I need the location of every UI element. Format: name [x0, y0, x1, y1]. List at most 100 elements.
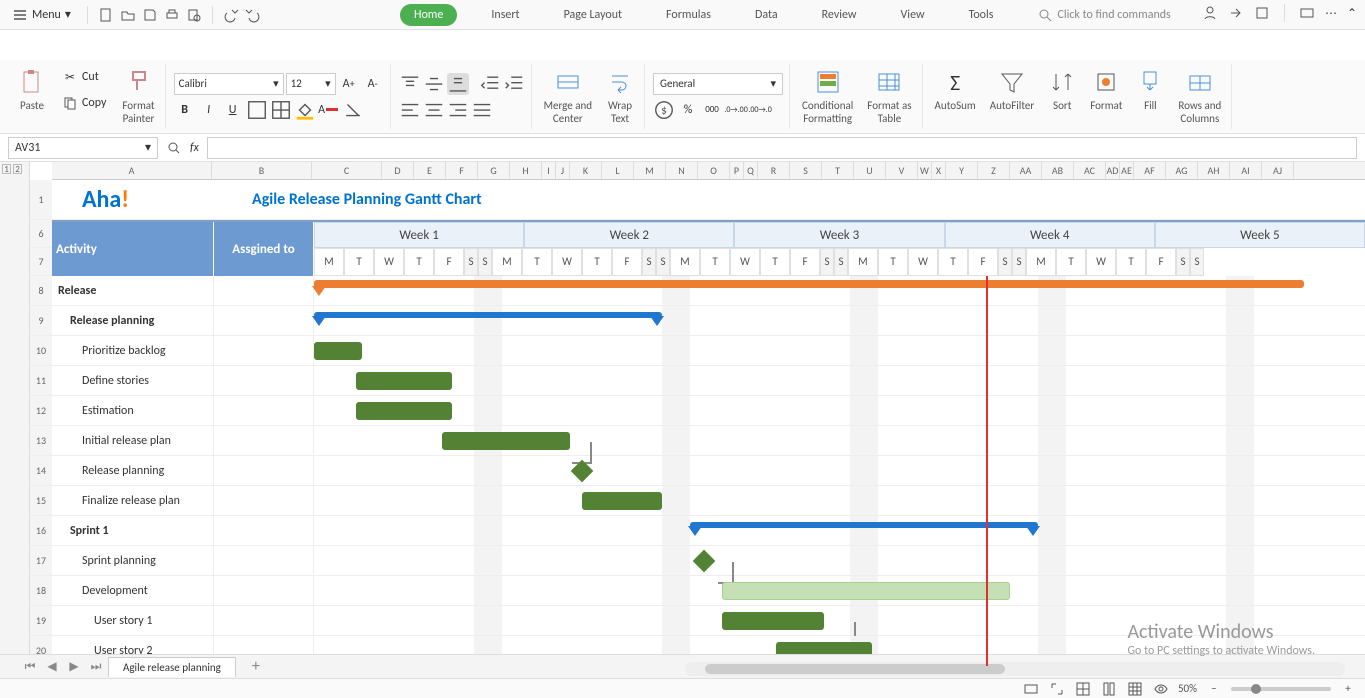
col-header[interactable]: J — [556, 162, 570, 179]
col-header[interactable]: D — [382, 162, 414, 179]
increase-decimal-button[interactable]: .0→.00 — [725, 99, 747, 121]
col-header[interactable]: AJ — [1262, 162, 1294, 179]
row-header[interactable]: 13 — [30, 426, 52, 456]
row-header[interactable]: 9 — [30, 306, 52, 336]
italic-button[interactable]: I — [198, 99, 220, 121]
currency-button[interactable]: $ — [653, 99, 675, 121]
col-header[interactable]: T — [822, 162, 854, 179]
paste-button[interactable]: Paste — [14, 66, 50, 114]
tab-view[interactable]: View — [891, 4, 935, 26]
tab-nav-first[interactable]: ⏮ — [20, 660, 40, 674]
row-header[interactable]: 16 — [30, 516, 52, 546]
increase-indent-button[interactable] — [503, 73, 525, 95]
cell-style-button[interactable] — [270, 99, 292, 121]
zoom-value[interactable]: 50% — [1178, 682, 1197, 695]
zoom-in-button[interactable]: + — [1339, 681, 1357, 697]
col-header[interactable]: C — [312, 162, 382, 179]
eye-icon[interactable] — [1152, 681, 1170, 697]
col-header[interactable]: AH — [1198, 162, 1230, 179]
tab-nav-prev[interactable]: ◀ — [42, 659, 62, 674]
font-name-select[interactable]: Calibri▾ — [174, 73, 284, 95]
col-header[interactable]: AE — [1120, 162, 1134, 179]
comma-button[interactable]: 000 — [701, 99, 723, 121]
row-header[interactable]: 17 — [30, 546, 52, 576]
sheet-tab-active[interactable]: Agile release planning — [108, 657, 236, 677]
number-format-select[interactable]: General▾ — [653, 73, 783, 95]
user-icon[interactable] — [1202, 5, 1218, 21]
col-header[interactable]: E — [414, 162, 446, 179]
decrease-indent-button[interactable] — [479, 73, 501, 95]
dots-icon[interactable]: ⋯ — [1325, 6, 1337, 21]
row-header[interactable]: 10 — [30, 336, 52, 366]
font-color-button[interactable]: A — [318, 99, 340, 121]
share-icon[interactable] — [1228, 5, 1244, 21]
window-icon[interactable] — [1299, 5, 1315, 21]
collapse-ribbon-icon[interactable] — [1254, 5, 1270, 21]
reading-icon[interactable] — [1022, 681, 1040, 697]
autosum-button[interactable]: ΣAutoSum — [931, 66, 980, 114]
view-fullscreen-icon[interactable] — [1048, 681, 1066, 697]
col-header[interactable]: A — [52, 162, 212, 179]
row-header[interactable]: 12 — [30, 396, 52, 426]
outline-gutter[interactable]: 12 — [0, 162, 30, 682]
command-search[interactable]: Click to find commands — [1037, 7, 1170, 23]
col-header[interactable]: P — [730, 162, 744, 179]
horizontal-scrollbar[interactable] — [685, 662, 1345, 676]
justify-button[interactable] — [471, 99, 493, 121]
merge-center-button[interactable]: Merge and Center — [540, 66, 596, 126]
column-headers[interactable]: ABCDEFGHIJKLMNOPQRSTUVWXYZAAABACADAEAFAG… — [52, 162, 1365, 180]
col-header[interactable]: Z — [978, 162, 1010, 179]
align-right-button[interactable] — [447, 99, 469, 121]
formula-input[interactable] — [207, 137, 1357, 159]
col-header[interactable]: AC — [1074, 162, 1106, 179]
add-sheet-button[interactable]: + — [238, 654, 274, 679]
col-header[interactable]: H — [510, 162, 542, 179]
autofilter-button[interactable]: AutoFilter — [986, 66, 1039, 114]
row-header[interactable]: 6 — [30, 220, 52, 248]
zoom-out-button[interactable]: − — [1205, 681, 1223, 697]
grid-body[interactable]: Aha! Agile Release Planning Gantt Chart … — [52, 180, 1365, 682]
col-header[interactable]: B — [212, 162, 312, 179]
wrap-text-button[interactable]: Wrap Text — [602, 66, 638, 126]
col-header[interactable]: K — [570, 162, 602, 179]
col-header[interactable]: W — [918, 162, 932, 179]
underline-button[interactable]: U — [222, 99, 244, 121]
align-center-button[interactable] — [423, 99, 445, 121]
tab-nav-next[interactable]: ▶ — [64, 659, 84, 674]
col-header[interactable]: AB — [1042, 162, 1074, 179]
row-header[interactable]: 14 — [30, 456, 52, 486]
fill-button[interactable]: Fill — [1132, 66, 1168, 114]
name-box[interactable]: AV31▾ — [8, 137, 158, 159]
row-header[interactable]: 7 — [30, 248, 52, 276]
conditional-format-button[interactable]: Conditional Formatting — [798, 66, 857, 126]
col-header[interactable]: G — [478, 162, 510, 179]
tab-review[interactable]: Review — [812, 4, 867, 26]
tab-tools[interactable]: Tools — [959, 4, 1004, 26]
align-middle-button[interactable] — [423, 73, 445, 95]
increase-font-button[interactable]: A+ — [338, 73, 360, 95]
align-top-button[interactable] — [399, 73, 421, 95]
tab-page-layout[interactable]: Page Layout — [554, 4, 632, 26]
zoom-slider[interactable] — [1231, 687, 1331, 691]
col-header[interactable]: Q — [744, 162, 758, 179]
tab-home[interactable]: Home — [400, 4, 457, 26]
col-header[interactable]: I — [542, 162, 556, 179]
format-painter-button[interactable]: Format Painter — [118, 66, 158, 126]
fill-color-button[interactable] — [294, 99, 316, 121]
align-bottom-button[interactable] — [447, 73, 469, 95]
col-header[interactable]: AD — [1106, 162, 1120, 179]
col-header[interactable]: AA — [1010, 162, 1042, 179]
zoom-formula-icon[interactable] — [166, 140, 182, 156]
row-header[interactable]: 11 — [30, 366, 52, 396]
percent-button[interactable]: % — [677, 99, 699, 121]
col-header[interactable]: L — [602, 162, 634, 179]
font-size-select[interactable]: 12▾ — [286, 73, 336, 95]
decrease-decimal-button[interactable]: .00→.0 — [749, 99, 771, 121]
zoom-thumb[interactable] — [1251, 684, 1261, 694]
col-header[interactable]: F — [446, 162, 478, 179]
row-header[interactable]: 1 — [30, 180, 52, 220]
row-header[interactable]: 8 — [30, 276, 52, 306]
row-header[interactable]: 18 — [30, 576, 52, 606]
col-header[interactable]: AG — [1166, 162, 1198, 179]
clear-format-button[interactable] — [342, 99, 364, 121]
